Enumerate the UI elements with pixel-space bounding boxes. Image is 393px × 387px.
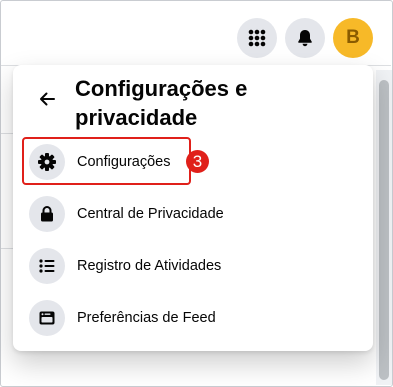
scrollbar-thumb[interactable] — [379, 80, 389, 380]
menu-item-label: Preferências de Feed — [77, 310, 216, 326]
bell-icon — [298, 30, 312, 47]
back-button[interactable] — [29, 81, 65, 117]
highlight-box — [22, 137, 191, 185]
menu-button[interactable] — [237, 18, 277, 58]
page-title: Configurações e privacidade — [75, 76, 248, 130]
menu-item-label: Registro de Atividades — [77, 258, 222, 274]
background-divider — [1, 248, 13, 249]
notifications-button[interactable] — [285, 18, 325, 58]
step-badge: 3 — [186, 150, 209, 173]
lock-icon — [29, 196, 65, 232]
list-icon — [29, 248, 65, 284]
settings-privacy-panel: Configurações e privacidade Configuraçõe… — [13, 65, 373, 351]
menu-item-label: Central de Privacidade — [77, 206, 224, 222]
menu-item-preferencias-feed[interactable]: Preferências de Feed — [21, 294, 365, 342]
feed-icon — [29, 300, 65, 336]
background-divider — [1, 133, 13, 134]
arrow-left-icon — [40, 92, 55, 106]
avatar[interactable]: B — [333, 18, 373, 58]
grid-menu-icon — [248, 29, 266, 47]
menu-item-central-privacidade[interactable]: Central de Privacidade — [21, 190, 365, 238]
menu-item-registro-atividades[interactable]: Registro de Atividades — [21, 242, 365, 290]
